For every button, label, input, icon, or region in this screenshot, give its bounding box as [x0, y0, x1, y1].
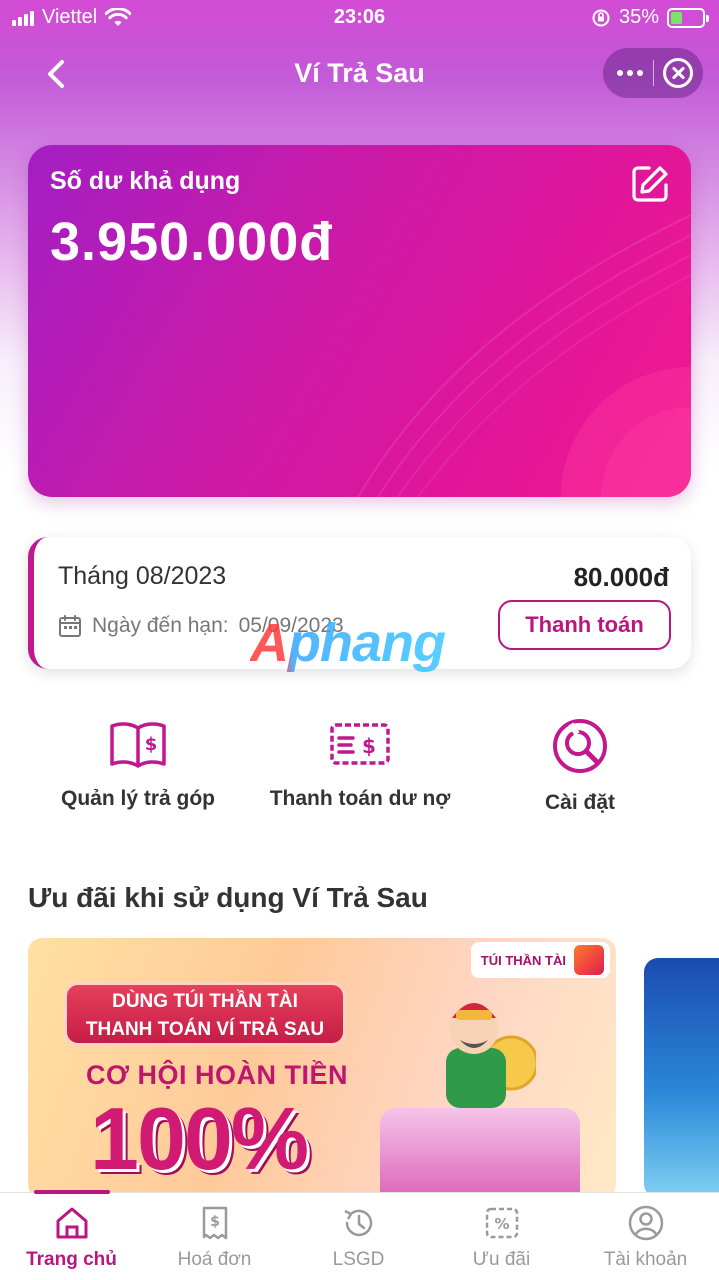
bill-card[interactable]: Tháng 08/2023 80.000đ Ngày đến hạn: 05/0… [28, 537, 691, 669]
bill-icon: $ [202, 1206, 227, 1240]
action-settings[interactable]: Cài đặt [470, 718, 690, 817]
debt-payment-icon: $ [330, 723, 390, 765]
balance-card: Số dư khả dụng 3.950.000đ [28, 145, 691, 497]
tab-bar: Trang chủ $ Hoá đơn LSGD % Ưu đãi Tài kh… [0, 1190, 719, 1280]
bill-month: Tháng 08/2023 [58, 562, 227, 590]
promo-tag-label: TÚI THẦN TÀI [480, 952, 566, 968]
lucky-bag-icon [574, 945, 604, 975]
due-label: Ngày đến hạn: [92, 614, 229, 637]
installment-book-icon: $ [110, 722, 166, 768]
tab-label: Tài khoản [603, 1249, 688, 1270]
tab-bills[interactable]: $ Hoá đơn [143, 1205, 286, 1271]
account-icon [628, 1205, 663, 1241]
balance-label: Số dư khả dụng [50, 167, 241, 195]
svg-text:$: $ [210, 1214, 220, 1230]
tab-home[interactable]: Trang chủ [0, 1205, 143, 1271]
pay-button[interactable]: Thanh toán [498, 600, 671, 650]
promo-pill-line2: THANH TOÁN VÍ TRẢ SAU [85, 1019, 325, 1040]
svg-text:$: $ [362, 734, 376, 758]
tab-history[interactable]: LSGD [287, 1205, 430, 1271]
nav-bar: Ví Trả Sau [0, 44, 719, 104]
capsule-divider [652, 60, 654, 86]
more-dots-icon[interactable] [617, 70, 643, 76]
balance-amount: 3.950.000đ [50, 212, 334, 272]
bill-amount: 80.000đ [573, 562, 669, 592]
tab-label: Trang chủ [26, 1249, 117, 1270]
settings-wrench-icon [553, 719, 607, 773]
action-debt-payment[interactable]: $ Thanh toán dư nợ [250, 718, 470, 813]
promo-tag: TÚI THẦN TÀI [470, 942, 610, 978]
home-icon [56, 1207, 87, 1239]
tab-label: Ưu đãi [472, 1249, 531, 1270]
due-date-row: Ngày đến hạn: 05/09/2023 [58, 614, 344, 638]
action-installment[interactable]: $ Quản lý trả góp [28, 718, 248, 813]
svg-text:%: % [494, 1215, 509, 1233]
mini-app-capsule [603, 48, 703, 98]
promotions-title: Ưu đãi khi sử dụng Ví Trả Sau [28, 882, 428, 913]
promo-banner-next[interactable] [644, 958, 719, 1198]
due-date: 05/09/2023 [238, 614, 344, 637]
promo-headline: CƠ HỘI HOÀN TIỀN [86, 1060, 349, 1090]
promo-pill-line1: DÙNG TÚI THẦN TÀI [112, 991, 298, 1012]
card-wave-decoration [357, 214, 691, 497]
tab-account[interactable]: Tài khoản [574, 1205, 717, 1271]
tab-label: LSGD [332, 1249, 385, 1270]
promo-pill: DÙNG TÚI THẦN TÀI THANH TOÁN VÍ TRẢ SAU [64, 982, 346, 1046]
tab-offers[interactable]: % Ưu đãi [430, 1205, 573, 1271]
history-icon [343, 1209, 372, 1237]
orientation-lock-icon [592, 9, 610, 26]
close-circle-icon[interactable] [663, 58, 693, 88]
svg-text:$: $ [145, 734, 158, 755]
god-of-wealth-icon [446, 1003, 536, 1108]
battery-icon [667, 7, 709, 28]
tab-label: Hoá đơn [177, 1249, 252, 1270]
promo-banner[interactable]: TÚI THẦN TÀI DÙNG TÚI THẦN TÀI THANH TOÁ… [28, 938, 616, 1198]
tab-indicator [34, 1190, 110, 1194]
action-label: Thanh toán dư nợ [269, 787, 451, 810]
quick-actions: $ Quản lý trả góp $ Thanh toán dư nợ Cài… [0, 718, 719, 848]
discount-icon: % [485, 1207, 518, 1239]
calendar-icon [59, 615, 81, 637]
battery-percent: 35% [618, 6, 659, 28]
promo-big-percent: 100% [90, 1089, 309, 1188]
action-label: Cài đặt [544, 791, 615, 814]
action-label: Quản lý trả góp [60, 787, 215, 810]
status-right: 35% [591, 6, 709, 29]
status-bar: Viettel 23:06 35% [0, 0, 719, 38]
edit-icon[interactable] [629, 163, 671, 205]
